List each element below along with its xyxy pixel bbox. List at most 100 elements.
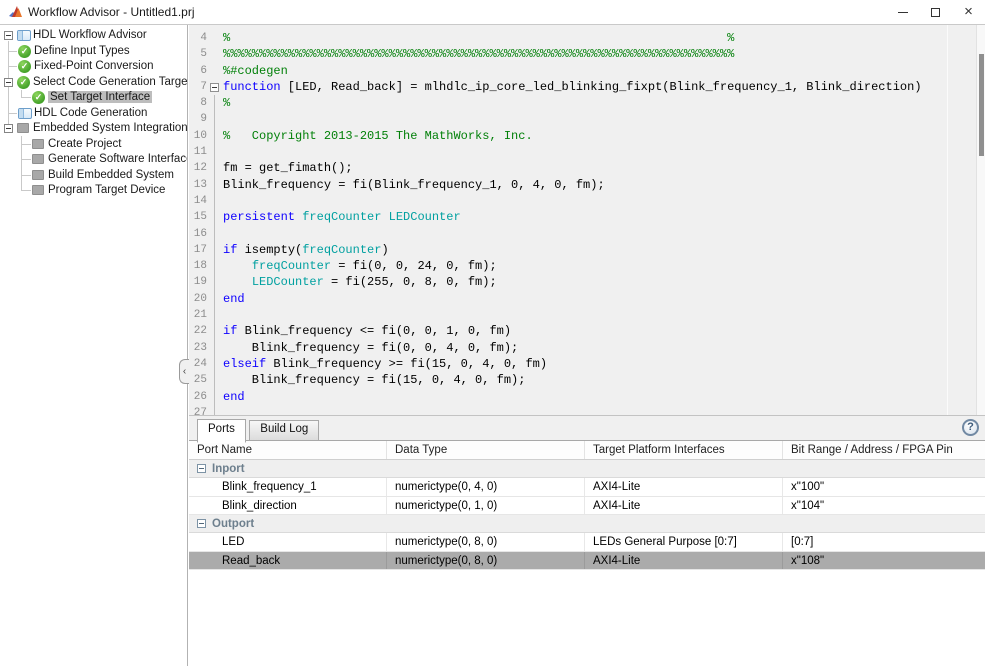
code-line: 12 fm = get_fimath(); xyxy=(189,160,985,176)
tab-build-log[interactable]: Build Log xyxy=(249,420,319,441)
code-line: 11 xyxy=(189,144,985,160)
code-text[interactable]: Blink_frequency = fi(15, 0, 4, 0, fm); xyxy=(223,372,525,388)
pending-task-icon xyxy=(32,170,44,180)
minimize-button[interactable] xyxy=(886,0,919,24)
tree-item-hdl-workflow-advisor[interactable]: HDL Workflow Advisor xyxy=(0,28,187,44)
code-text[interactable]: elseif Blink_frequency >= fi(15, 0, 4, 0… xyxy=(223,356,547,372)
cell-data-type: numerictype(0, 8, 0) xyxy=(387,533,585,551)
port-row-read_back[interactable]: Read_backnumerictype(0, 8, 0)AXI4-Litex"… xyxy=(189,552,985,571)
code-line: 17if isempty(freqCounter) xyxy=(189,242,985,258)
code-text[interactable]: if isempty(freqCounter) xyxy=(223,242,389,258)
code-line: 21 xyxy=(189,307,985,323)
column-header-data-type[interactable]: Data Type xyxy=(387,441,585,459)
tree-item-select-code-generation-target[interactable]: ✓Select Code Generation Target xyxy=(0,75,187,91)
code-text[interactable]: %%%%%%%%%%%%%%%%%%%%%%%%%%%%%%%%%%%%%%%%… xyxy=(223,46,734,62)
code-text[interactable]: % xyxy=(223,95,230,111)
line-number: 26 xyxy=(189,389,207,405)
fold-column xyxy=(207,389,223,405)
port-row-blink_frequency_1[interactable]: Blink_frequency_1numerictype(0, 4, 0)AXI… xyxy=(189,478,985,497)
code-line: 27 xyxy=(189,405,985,415)
tree-item-create-project[interactable]: Create Project xyxy=(0,137,187,153)
tree-item-build-embedded-system[interactable]: Build Embedded System xyxy=(0,168,187,184)
ports-table-body: InportBlink_frequency_1numerictype(0, 4,… xyxy=(189,460,985,570)
tree-item-label: Set Target Interface xyxy=(48,91,152,103)
line-number: 27 xyxy=(189,405,207,415)
code-text[interactable]: LEDCounter = fi(255, 0, 8, 0, fm); xyxy=(223,274,497,290)
fold-column xyxy=(207,111,223,127)
cell-bit-range: [0:7] xyxy=(783,533,985,551)
code-line: 9 xyxy=(189,111,985,127)
tree-item-label: Embedded System Integration xyxy=(33,122,188,134)
cell-interface: AXI4-Lite xyxy=(585,497,783,515)
tree-item-label: HDL Workflow Advisor xyxy=(33,29,147,41)
cell-data-type: numerictype(0, 4, 0) xyxy=(387,478,585,496)
code-text[interactable]: end xyxy=(223,389,245,405)
code-text[interactable]: Blink_frequency = fi(0, 0, 4, 0, fm); xyxy=(223,340,518,356)
code-text[interactable]: freqCounter = fi(0, 0, 24, 0, fm); xyxy=(223,258,497,274)
tree-collapse-icon[interactable] xyxy=(4,31,13,40)
tree-item-label: HDL Code Generation xyxy=(34,107,147,119)
code-line: 24elseif Blink_frequency >= fi(15, 0, 4,… xyxy=(189,356,985,372)
cell-interface: LEDs General Purpose [0:7] xyxy=(585,533,783,551)
fold-column xyxy=(207,95,223,111)
line-number: 25 xyxy=(189,372,207,388)
matlab-logo-icon xyxy=(9,5,23,19)
tree-connector-tick xyxy=(21,97,31,98)
cell-data-type: numerictype(0, 1, 0) xyxy=(387,497,585,515)
code-text[interactable]: function [LED, Read_back] = mlhdlc_ip_co… xyxy=(223,79,922,95)
tree-collapse-icon[interactable] xyxy=(4,124,13,133)
vertical-scrollbar[interactable] xyxy=(976,25,985,415)
port-group-row-inport[interactable]: Inport xyxy=(189,460,985,478)
line-number: 14 xyxy=(189,193,207,209)
maximize-button[interactable] xyxy=(919,0,952,24)
cell-interface: AXI4-Lite xyxy=(585,478,783,496)
code-text[interactable]: % Copyright 2013-2015 The MathWorks, Inc… xyxy=(223,128,533,144)
group-collapse-icon[interactable] xyxy=(197,464,206,473)
column-header-bit-range[interactable]: Bit Range / Address / FPGA Pin xyxy=(783,441,985,459)
check-icon: ✓ xyxy=(32,91,45,104)
code-text[interactable]: Blink_frequency = fi(Blink_frequency_1, … xyxy=(223,177,605,193)
tree-item-hdl-code-generation[interactable]: HDL Code Generation xyxy=(0,106,187,122)
port-row-led[interactable]: LEDnumerictype(0, 8, 0)LEDs General Purp… xyxy=(189,533,985,552)
code-line: 4% % xyxy=(189,30,985,46)
tree-collapse-icon[interactable] xyxy=(4,78,13,87)
check-icon: ✓ xyxy=(18,60,31,73)
help-button[interactable]: ? xyxy=(962,419,979,436)
code-text[interactable]: fm = get_fimath(); xyxy=(223,160,353,176)
code-text[interactable]: % % xyxy=(223,30,734,46)
group-label: Outport xyxy=(212,518,254,530)
line-number: 13 xyxy=(189,177,207,193)
panel-collapse-handle[interactable]: ‹ xyxy=(179,359,189,384)
fold-column xyxy=(207,193,223,209)
tree-item-embedded-system-integration[interactable]: Embedded System Integration xyxy=(0,121,187,137)
close-button[interactable]: × xyxy=(952,0,985,24)
port-group-row-outport[interactable]: Outport xyxy=(189,515,985,533)
code-text[interactable]: if Blink_frequency <= fi(0, 0, 1, 0, fm) xyxy=(223,323,511,339)
cell-port-name: Read_back xyxy=(189,552,387,570)
code-text[interactable]: persistent freqCounter LEDCounter xyxy=(223,209,461,225)
fold-toggle-icon[interactable] xyxy=(210,83,219,92)
tree-item-define-input-types[interactable]: ✓Define Input Types xyxy=(0,44,187,60)
code-line: 14 xyxy=(189,193,985,209)
tree-item-label: Build Embedded System xyxy=(48,169,174,181)
fold-column xyxy=(207,209,223,225)
fold-column xyxy=(207,79,223,95)
line-number: 12 xyxy=(189,160,207,176)
tree-item-set-target-interface[interactable]: ✓Set Target Interface xyxy=(0,90,187,106)
line-number: 20 xyxy=(189,291,207,307)
code-text[interactable]: %#codegen xyxy=(223,63,288,79)
column-header-target-platform-interfaces[interactable]: Target Platform Interfaces xyxy=(585,441,783,459)
tab-ports[interactable]: Ports xyxy=(197,419,246,443)
code-text[interactable]: end xyxy=(223,291,245,307)
port-row-blink_direction[interactable]: Blink_directionnumerictype(0, 1, 0)AXI4-… xyxy=(189,497,985,516)
tree-item-program-target-device[interactable]: Program Target Device xyxy=(0,183,187,199)
tree-item-label: Create Project xyxy=(48,138,122,150)
group-collapse-icon[interactable] xyxy=(197,519,206,528)
tree-item-generate-software-interface[interactable]: Generate Software Interface xyxy=(0,152,187,168)
tree-item-label: Program Target Device xyxy=(48,184,165,196)
column-header-port-name[interactable]: Port Name xyxy=(189,441,387,459)
code-editor[interactable]: 4% %5%%%%%%%%%%%%%%%%%%%%%%%%%%%%%%%%%%%… xyxy=(189,25,985,415)
target-interface-panel: Ports Build Log ? Port Name Data Type Ta… xyxy=(189,415,985,666)
scrollbar-thumb[interactable] xyxy=(979,54,984,156)
tree-item-fixed-point-conversion[interactable]: ✓Fixed-Point Conversion xyxy=(0,59,187,75)
